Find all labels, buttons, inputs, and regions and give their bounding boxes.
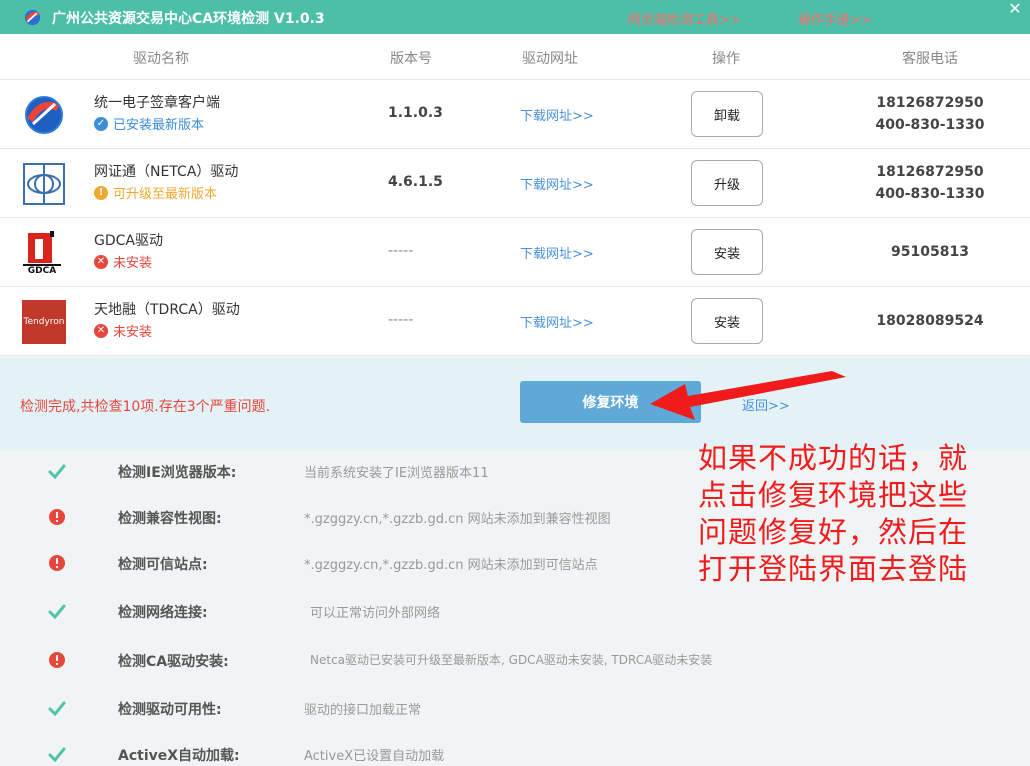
phone-primary: 18028089524 <box>876 313 984 329</box>
check-icon <box>48 464 66 480</box>
tendyron-logo-icon: Tendyron <box>22 300 66 344</box>
driver-status: ✕ 未安装 <box>94 321 152 340</box>
header-driver-name: 驱动名称 <box>133 51 189 67</box>
phone-secondary: 400-830-1330 <box>875 117 985 133</box>
download-link[interactable]: 下载网址>> <box>520 105 594 124</box>
driver-row-tdrca: Tendyron 天地融（TDRCA）驱动 ✕ 未安装 ----- 下载网址>>… <box>0 287 1030 356</box>
check-item: 检测驱动可用性: 驱动的接口加载正常 <box>0 685 1030 731</box>
check-icon <box>48 701 66 717</box>
driver-version: 4.6.1.5 <box>388 174 443 190</box>
check-value: 当前系统安装了IE浏览器版本11 <box>304 466 489 481</box>
check-label: 检测可信站点: <box>118 557 208 573</box>
error-circle-icon: ✕ <box>94 254 108 269</box>
uninstall-button[interactable]: 卸载 <box>691 91 763 137</box>
phone-secondary: 400-830-1330 <box>875 186 985 202</box>
close-button[interactable]: ✕ <box>1000 0 1030 20</box>
upgrade-button[interactable]: 升级 <box>691 160 763 206</box>
driver-row-netca: 网证通（NETCA）驱动 ! 可升级至最新版本 4.6.1.5 下载网址>> 升… <box>0 149 1030 218</box>
driver-table-header: 驱动名称 版本号 驱动网址 操作 客服电话 <box>0 34 1030 80</box>
driver-status-text: 未安装 <box>113 325 153 340</box>
check-circle-icon: ✓ <box>94 116 108 131</box>
annotation-line: 问题修复好，然后在 <box>698 515 969 549</box>
annotation-note: 如果不成功的话，就 点击修复环境把这些 问题修复好，然后在 打开登陆界面去登陆 <box>698 440 998 588</box>
check-item: 检测网络连接: 可以正常访问外部网络 <box>0 588 1030 634</box>
check-icon <box>48 747 66 763</box>
app-logo-icon <box>24 9 41 26</box>
header-version: 版本号 <box>390 51 432 67</box>
driver-version: ----- <box>388 243 414 259</box>
annotation-line: 点击修复环境把这些 <box>698 478 969 512</box>
warning-icon: ! <box>94 185 108 200</box>
result-message: 检测完成,共检查10项.存在3个严重问题. <box>20 399 271 415</box>
check-icon <box>48 604 66 620</box>
check-item: 检测CA驱动安装: Netca驱动已安装可升级至最新版本, GDCA驱动未安装,… <box>0 637 1030 683</box>
error-circle-icon: ✕ <box>94 323 108 338</box>
check-value: *.gzggzy.cn,*.gzzb.gd.cn 网站未添加到兼容性视图 <box>304 512 611 527</box>
annotation-line: 打开登陆界面去登陆 <box>698 552 969 586</box>
download-link[interactable]: 下载网址>> <box>520 243 594 262</box>
driver-name: 统一电子签章客户端 <box>94 95 220 111</box>
repair-environment-button[interactable]: 修复环境 <box>520 381 701 423</box>
title-bar: 广州公共资源交易中心CA环境检测 V1.0.3 网页端检测工具>> 操作手册>>… <box>0 0 1030 34</box>
error-icon <box>49 509 65 525</box>
service-phone: 95105813 <box>850 241 1010 263</box>
window-title: 广州公共资源交易中心CA环境检测 V1.0.3 <box>52 11 325 27</box>
header-service-phone: 客服电话 <box>902 51 958 67</box>
driver-row-esign-client: 统一电子签章客户端 ✓ 已安装最新版本 1.1.0.3 下载网址>> 卸载 18… <box>0 80 1030 149</box>
driver-name: GDCA驱动 <box>94 233 163 249</box>
check-label: 检测CA驱动安装: <box>118 654 229 670</box>
check-value: Netca驱动已安装可升级至最新版本, GDCA驱动未安装, TDRCA驱动未安… <box>310 653 713 667</box>
install-button[interactable]: 安装 <box>691 298 763 344</box>
result-panel: 检测完成,共检查10项.存在3个严重问题. 修复环境 返回>> <box>0 358 1030 450</box>
header-download-url: 驱动网址 <box>522 51 578 67</box>
manual-link[interactable]: 操作手册>> <box>798 9 872 28</box>
driver-name: 网证通（NETCA）驱动 <box>94 164 239 180</box>
phone-primary: 18126872950 <box>876 164 984 180</box>
tendyron-logo-text: Tendyron <box>23 317 65 327</box>
gdca-logo-text: GDCA <box>23 264 61 276</box>
check-label: ActiveX自动加载: <box>118 748 240 764</box>
web-check-tool-link[interactable]: 网页端检测工具>> <box>628 9 741 28</box>
error-icon <box>49 555 65 571</box>
driver-status-text: 未安装 <box>113 256 153 271</box>
annotation-line: 如果不成功的话，就 <box>698 441 969 475</box>
check-label: 检测网络连接: <box>118 605 208 621</box>
driver-version: ----- <box>388 312 414 328</box>
check-label: 检测IE浏览器版本: <box>118 465 237 481</box>
download-link[interactable]: 下载网址>> <box>520 312 594 331</box>
check-value: *.gzggzy.cn,*.gzzb.gd.cn 网站未添加到可信站点 <box>304 558 598 573</box>
driver-status: ✕ 未安装 <box>94 252 152 271</box>
service-phone: 18126872950 400-830-1330 <box>850 161 1010 205</box>
check-value: 驱动的接口加载正常 <box>304 703 422 718</box>
driver-status-text: 可升级至最新版本 <box>113 187 218 202</box>
download-link[interactable]: 下载网址>> <box>520 174 594 193</box>
driver-status: ! 可升级至最新版本 <box>94 183 217 202</box>
service-phone: 18028089524 <box>850 310 1010 332</box>
netca-logo-icon <box>23 163 65 205</box>
phone-primary: 18126872950 <box>876 95 984 111</box>
service-phone: 18126872950 400-830-1330 <box>850 92 1010 136</box>
header-action: 操作 <box>712 51 740 67</box>
driver-version: 1.1.0.3 <box>388 105 443 121</box>
driver-status: ✓ 已安装最新版本 <box>94 114 204 133</box>
esign-client-logo-icon <box>25 96 63 134</box>
error-icon <box>49 652 65 668</box>
phone-primary: 95105813 <box>891 244 969 260</box>
check-label: 检测兼容性视图: <box>118 511 222 527</box>
driver-row-gdca: GDCA GDCA驱动 ✕ 未安装 ----- 下载网址>> 安装 951058… <box>0 218 1030 287</box>
driver-name: 天地融（TDRCA）驱动 <box>94 302 240 318</box>
check-value: 可以正常访问外部网络 <box>310 606 441 621</box>
check-value: ActiveX已设置自动加载 <box>304 749 445 764</box>
driver-status-text: 已安装最新版本 <box>113 118 205 133</box>
check-label: 检测驱动可用性: <box>118 702 222 718</box>
back-link[interactable]: 返回>> <box>742 395 790 414</box>
install-button[interactable]: 安装 <box>691 229 763 275</box>
check-item: ActiveX自动加载: ActiveX已设置自动加载 <box>0 731 1030 766</box>
gdca-logo-icon: GDCA <box>22 231 66 276</box>
